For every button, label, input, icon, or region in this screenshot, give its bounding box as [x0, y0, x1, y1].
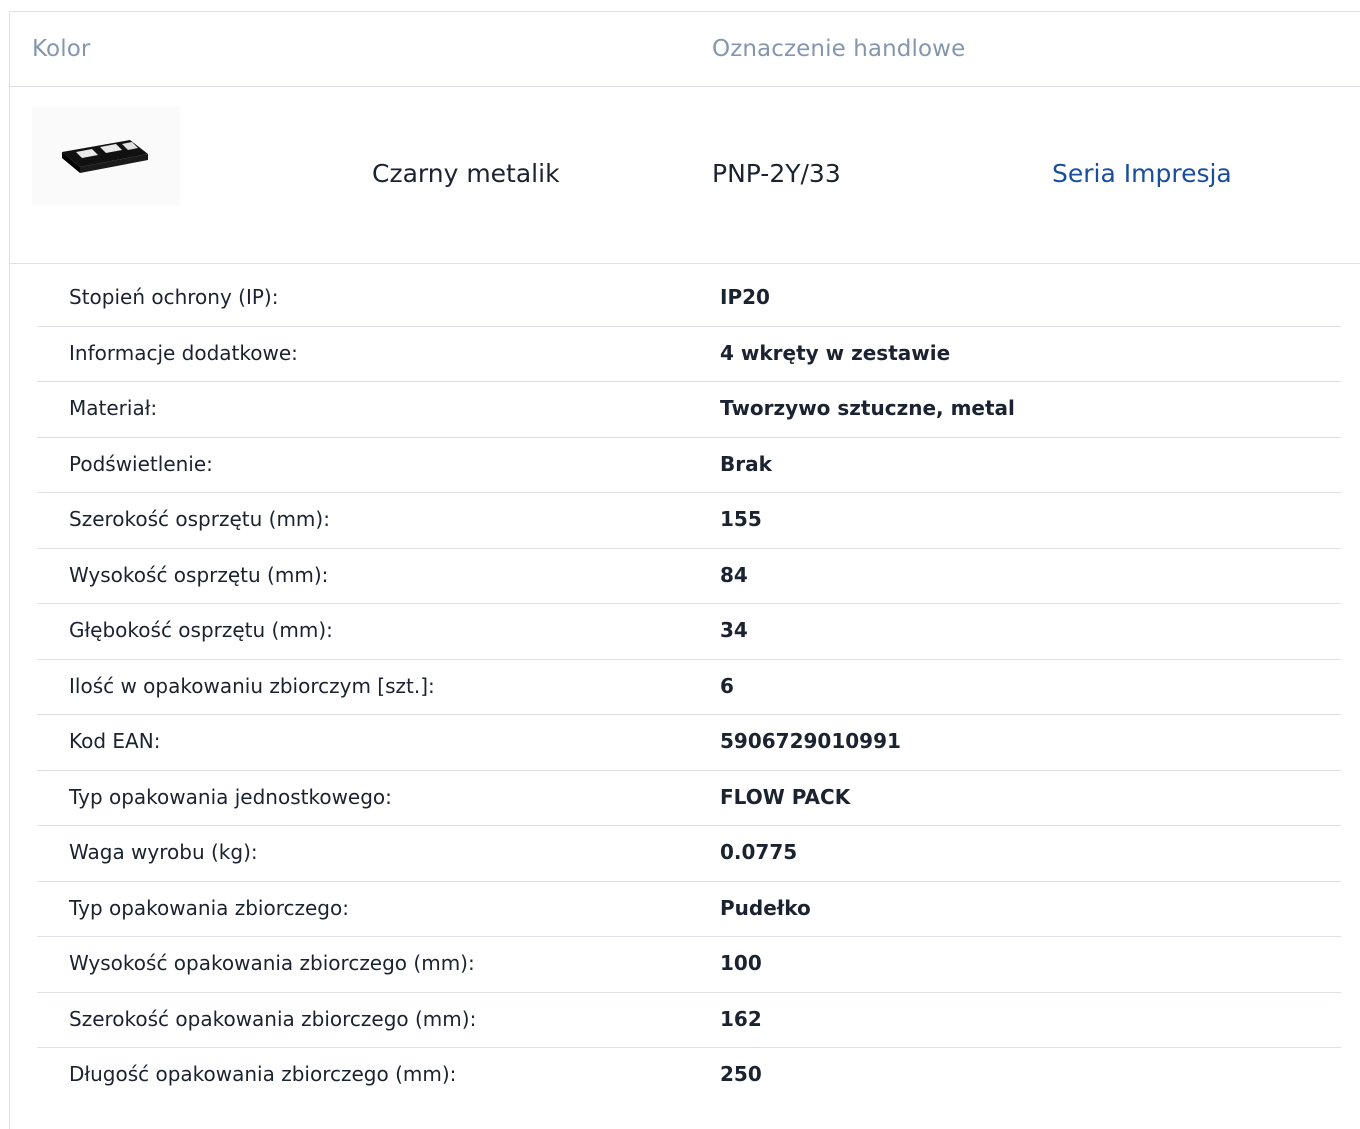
spec-value: 4 wkręty w zestawie [720, 340, 951, 365]
spec-label: Podświetlenie: [69, 451, 213, 476]
header-color: Kolor [32, 36, 91, 62]
frame-product-image [62, 140, 148, 173]
spec-label: Długość opakowania zbiorczego (mm): [69, 1062, 457, 1086]
spec-label: Kod EAN: [69, 729, 161, 753]
spec-label: Szerokość osprzętu (mm): [69, 507, 330, 531]
spec-value: Brak [720, 451, 772, 476]
product-trade-name: PNP-2Y/33 [712, 159, 841, 188]
spec-value: Tworzywo sztuczne, metal [720, 396, 1015, 420]
spec-value: 84 [720, 562, 748, 587]
spec-value: 5906729010991 [720, 729, 901, 753]
spec-label: Stopień ochrony (IP): [69, 285, 279, 309]
specifications-list: Stopień ochrony (IP): IP20 Informacje do… [37, 271, 1341, 1104]
spec-row: Ilość w opakowaniu zbiorczym [szt.]: 6 [37, 660, 1341, 715]
header-trade-name: Oznaczenie handlowe [712, 36, 966, 62]
spec-row: Długość opakowania zbiorczego (mm): 250 [37, 1048, 1341, 1104]
spec-value: Pudełko [720, 895, 811, 920]
spec-label: Szerokość opakowania zbiorczego (mm): [69, 1006, 477, 1031]
spec-row: Głębokość osprzętu (mm): 34 [37, 604, 1341, 660]
spec-value: 34 [720, 618, 748, 642]
spec-value: 162 [720, 1006, 762, 1031]
spec-label: Materiał: [69, 396, 158, 420]
spec-row: Wysokość opakowania zbiorczego (mm): 100 [37, 937, 1341, 993]
spec-row: Kod EAN: 5906729010991 [37, 715, 1341, 771]
spec-row: Materiał: Tworzywo sztuczne, metal [37, 382, 1341, 438]
spec-label: Głębokość osprzętu (mm): [69, 618, 333, 642]
spec-value: 0.0775 [720, 840, 798, 864]
spec-row: Waga wyrobu (kg): 0.0775 [37, 826, 1341, 882]
spec-row: Stopień ochrony (IP): IP20 [37, 271, 1341, 327]
spec-label: Ilość w opakowaniu zbiorczym [szt.]: [69, 673, 435, 698]
product-thumbnail [32, 107, 180, 205]
spec-value: 100 [720, 951, 762, 975]
spec-row: Typ opakowania zbiorczego: Pudełko [37, 882, 1341, 937]
product-color: Czarny metalik [372, 159, 560, 188]
spec-value: IP20 [720, 285, 770, 309]
spec-row: Wysokość osprzętu (mm): 84 [37, 549, 1341, 604]
spec-label: Wysokość osprzętu (mm): [69, 562, 329, 587]
spec-label: Typ opakowania jednostkowego: [69, 784, 392, 809]
product-row: Czarny metalik PNP-2Y/33 Seria Impresja [10, 87, 1360, 264]
spec-value: 6 [720, 673, 734, 698]
spec-row: Informacje dodatkowe: 4 wkręty w zestawi… [37, 327, 1341, 382]
spec-value: FLOW PACK [720, 784, 851, 809]
spec-value: 155 [720, 507, 762, 531]
spec-label: Typ opakowania zbiorczego: [69, 895, 349, 920]
series-link[interactable]: Seria Impresja [1052, 159, 1232, 188]
spec-label: Informacje dodatkowe: [69, 340, 298, 365]
spec-row: Szerokość osprzętu (mm): 155 [37, 493, 1341, 549]
spec-label: Waga wyrobu (kg): [69, 840, 258, 864]
spec-value: 250 [720, 1062, 762, 1086]
table-header: Kolor Oznaczenie handlowe [10, 12, 1360, 87]
spec-row: Typ opakowania jednostkowego: FLOW PACK [37, 771, 1341, 826]
spec-row: Szerokość opakowania zbiorczego (mm): 16… [37, 993, 1341, 1048]
spec-row: Podświetlenie: Brak [37, 438, 1341, 493]
spec-label: Wysokość opakowania zbiorczego (mm): [69, 951, 475, 975]
